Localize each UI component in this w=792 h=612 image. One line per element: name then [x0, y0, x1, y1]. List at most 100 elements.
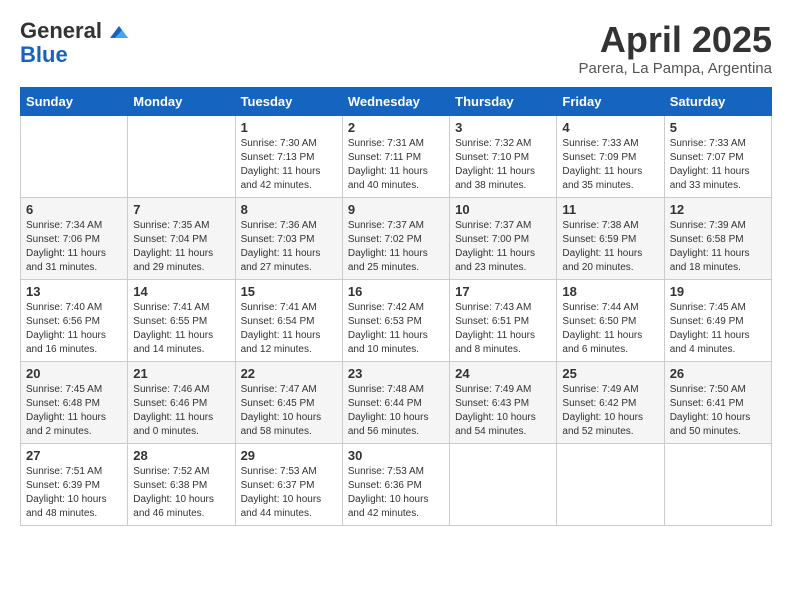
day-number: 9 [348, 202, 444, 217]
calendar-cell: 22 Sunrise: 7:47 AMSunset: 6:45 PMDayligh… [235, 361, 342, 443]
logo-icon [110, 26, 128, 38]
day-info: Sunrise: 7:49 AMSunset: 6:42 PMDaylight:… [562, 383, 658, 439]
calendar-cell [557, 443, 664, 525]
day-info: Sunrise: 7:45 AMSunset: 6:49 PMDaylight:… [670, 301, 766, 357]
day-number: 5 [670, 120, 766, 135]
calendar-header-row: SundayMondayTuesdayWednesdayThursdayFrid… [21, 87, 772, 115]
day-info: Sunrise: 7:43 AMSunset: 6:51 PMDaylight:… [455, 301, 551, 357]
calendar-table: SundayMondayTuesdayWednesdayThursdayFrid… [20, 87, 772, 526]
calendar-title: April 2025 [579, 20, 772, 60]
day-number: 30 [348, 448, 444, 463]
calendar-cell: 20 Sunrise: 7:45 AMSunset: 6:48 PMDayligh… [21, 361, 128, 443]
day-of-week-header: Tuesday [235, 87, 342, 115]
calendar-cell: 14 Sunrise: 7:41 AMSunset: 6:55 PMDayligh… [128, 279, 235, 361]
day-of-week-header: Friday [557, 87, 664, 115]
day-info: Sunrise: 7:48 AMSunset: 6:44 PMDaylight:… [348, 383, 444, 439]
day-number: 21 [133, 366, 229, 381]
day-number: 17 [455, 284, 551, 299]
calendar-cell: 15 Sunrise: 7:41 AMSunset: 6:54 PMDayligh… [235, 279, 342, 361]
calendar-cell: 11 Sunrise: 7:38 AMSunset: 6:59 PMDayligh… [557, 197, 664, 279]
day-number: 19 [670, 284, 766, 299]
day-info: Sunrise: 7:37 AMSunset: 7:00 PMDaylight:… [455, 219, 551, 275]
day-number: 26 [670, 366, 766, 381]
day-info: Sunrise: 7:35 AMSunset: 7:04 PMDaylight:… [133, 219, 229, 275]
day-info: Sunrise: 7:34 AMSunset: 7:06 PMDaylight:… [26, 219, 122, 275]
day-info: Sunrise: 7:53 AMSunset: 6:37 PMDaylight:… [241, 465, 337, 521]
day-info: Sunrise: 7:33 AMSunset: 7:07 PMDaylight:… [670, 137, 766, 193]
day-number: 18 [562, 284, 658, 299]
calendar-cell: 2Sunrise: 7:31 AMSunset: 7:11 PMDaylight… [342, 115, 449, 197]
logo-text-general: General [20, 20, 128, 42]
day-number: 13 [26, 284, 122, 299]
calendar-cell: 24Sunrise: 7:49 AMSunset: 6:43 PMDayligh… [450, 361, 557, 443]
day-of-week-header: Sunday [21, 87, 128, 115]
day-info: Sunrise: 7:49 AMSunset: 6:43 PMDaylight:… [455, 383, 551, 439]
calendar-week-row: 1 Sunrise: 7:30 AMSunset: 7:13 PMDaylight… [21, 115, 772, 197]
day-number: 15 [241, 284, 337, 299]
day-info: Sunrise: 7:30 AMSunset: 7:13 PMDaylight:… [241, 137, 337, 193]
day-info: Sunrise: 7:41 AMSunset: 6:54 PMDaylight:… [241, 301, 337, 357]
logo-text-blue: Blue [20, 42, 68, 68]
calendar-cell: 12Sunrise: 7:39 AMSunset: 6:58 PMDayligh… [664, 197, 771, 279]
day-number: 22 [241, 366, 337, 381]
logo: General Blue [20, 20, 128, 68]
calendar-cell [450, 443, 557, 525]
day-number: 14 [133, 284, 229, 299]
day-number: 20 [26, 366, 122, 381]
day-number: 27 [26, 448, 122, 463]
day-info: Sunrise: 7:53 AMSunset: 6:36 PMDaylight:… [348, 465, 444, 521]
calendar-cell: 8Sunrise: 7:36 AMSunset: 7:03 PMDaylight… [235, 197, 342, 279]
day-info: Sunrise: 7:37 AMSunset: 7:02 PMDaylight:… [348, 219, 444, 275]
day-number: 25 [562, 366, 658, 381]
calendar-cell [21, 115, 128, 197]
calendar-cell: 18Sunrise: 7:44 AMSunset: 6:50 PMDayligh… [557, 279, 664, 361]
calendar-week-row: 27 Sunrise: 7:51 AMSunset: 6:39 PMDayligh… [21, 443, 772, 525]
calendar-cell: 26 Sunrise: 7:50 AMSunset: 6:41 PMDayligh… [664, 361, 771, 443]
calendar-cell: 16Sunrise: 7:42 AMSunset: 6:53 PMDayligh… [342, 279, 449, 361]
day-info: Sunrise: 7:38 AMSunset: 6:59 PMDaylight:… [562, 219, 658, 275]
day-info: Sunrise: 7:33 AMSunset: 7:09 PMDaylight:… [562, 137, 658, 193]
calendar-cell: 9 Sunrise: 7:37 AMSunset: 7:02 PMDaylight… [342, 197, 449, 279]
day-info: Sunrise: 7:40 AMSunset: 6:56 PMDaylight:… [26, 301, 122, 357]
calendar-cell: 23 Sunrise: 7:48 AMSunset: 6:44 PMDayligh… [342, 361, 449, 443]
calendar-cell: 1 Sunrise: 7:30 AMSunset: 7:13 PMDaylight… [235, 115, 342, 197]
calendar-week-row: 13 Sunrise: 7:40 AMSunset: 6:56 PMDayligh… [21, 279, 772, 361]
calendar-cell: 19 Sunrise: 7:45 AMSunset: 6:49 PMDayligh… [664, 279, 771, 361]
calendar-subtitle: Parera, La Pampa, Argentina [579, 60, 772, 77]
day-info: Sunrise: 7:36 AMSunset: 7:03 PMDaylight:… [241, 219, 337, 275]
calendar-cell: 29Sunrise: 7:53 AMSunset: 6:37 PMDayligh… [235, 443, 342, 525]
day-number: 7 [133, 202, 229, 217]
calendar-cell: 13 Sunrise: 7:40 AMSunset: 6:56 PMDayligh… [21, 279, 128, 361]
day-info: Sunrise: 7:45 AMSunset: 6:48 PMDaylight:… [26, 383, 122, 439]
day-info: Sunrise: 7:42 AMSunset: 6:53 PMDaylight:… [348, 301, 444, 357]
day-number: 23 [348, 366, 444, 381]
day-number: 4 [562, 120, 658, 135]
calendar-cell: 10 Sunrise: 7:37 AMSunset: 7:00 PMDayligh… [450, 197, 557, 279]
day-number: 3 [455, 120, 551, 135]
calendar-cell: 7 Sunrise: 7:35 AMSunset: 7:04 PMDaylight… [128, 197, 235, 279]
day-number: 12 [670, 202, 766, 217]
calendar-cell: 6 Sunrise: 7:34 AMSunset: 7:06 PMDaylight… [21, 197, 128, 279]
calendar-cell [664, 443, 771, 525]
calendar-week-row: 6 Sunrise: 7:34 AMSunset: 7:06 PMDaylight… [21, 197, 772, 279]
calendar-cell: 28 Sunrise: 7:52 AMSunset: 6:38 PMDayligh… [128, 443, 235, 525]
page-header: General Blue April 2025 Parera, La Pampa… [20, 20, 772, 77]
day-number: 11 [562, 202, 658, 217]
day-number: 1 [241, 120, 337, 135]
day-number: 10 [455, 202, 551, 217]
day-info: Sunrise: 7:50 AMSunset: 6:41 PMDaylight:… [670, 383, 766, 439]
day-number: 6 [26, 202, 122, 217]
day-info: Sunrise: 7:52 AMSunset: 6:38 PMDaylight:… [133, 465, 229, 521]
day-info: Sunrise: 7:46 AMSunset: 6:46 PMDaylight:… [133, 383, 229, 439]
day-of-week-header: Monday [128, 87, 235, 115]
calendar-cell: 30 Sunrise: 7:53 AMSunset: 6:36 PMDayligh… [342, 443, 449, 525]
day-of-week-header: Wednesday [342, 87, 449, 115]
day-info: Sunrise: 7:51 AMSunset: 6:39 PMDaylight:… [26, 465, 122, 521]
calendar-cell: 4 Sunrise: 7:33 AMSunset: 7:09 PMDaylight… [557, 115, 664, 197]
calendar-week-row: 20 Sunrise: 7:45 AMSunset: 6:48 PMDayligh… [21, 361, 772, 443]
day-number: 28 [133, 448, 229, 463]
day-info: Sunrise: 7:41 AMSunset: 6:55 PMDaylight:… [133, 301, 229, 357]
calendar-cell: 21 Sunrise: 7:46 AMSunset: 6:46 PMDayligh… [128, 361, 235, 443]
day-info: Sunrise: 7:47 AMSunset: 6:45 PMDaylight:… [241, 383, 337, 439]
calendar-cell: 3Sunrise: 7:32 AMSunset: 7:10 PMDaylight… [450, 115, 557, 197]
